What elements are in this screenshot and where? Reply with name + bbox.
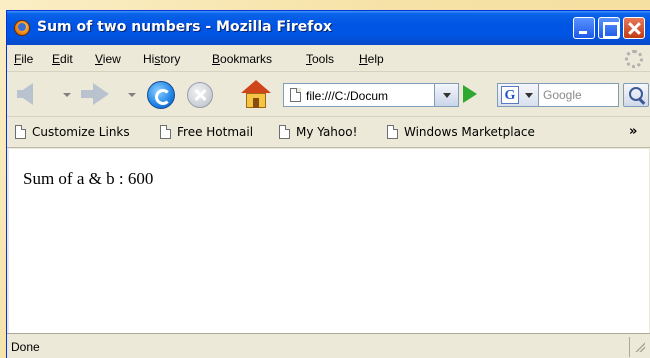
forward-arrow-icon[interactable] bbox=[81, 83, 109, 105]
bookmark-page-icon bbox=[387, 125, 398, 139]
forward-history-dropdown-icon[interactable] bbox=[128, 93, 136, 97]
reload-icon[interactable] bbox=[147, 81, 175, 109]
menu-view[interactable]: View bbox=[95, 52, 121, 66]
window-title: Sum of two numbers - Mozilla Firefox bbox=[37, 19, 332, 35]
menu-history-label: tory bbox=[160, 52, 181, 66]
menu-help-mnemonic: H bbox=[359, 52, 368, 66]
status-bar: Done bbox=[7, 333, 650, 358]
title-bar[interactable]: Sum of two numbers - Mozilla Firefox bbox=[7, 11, 650, 45]
menu-edit-label: dit bbox=[60, 52, 73, 66]
menu-bar: File Edit View History Bookmarks Tools H… bbox=[7, 45, 650, 72]
resize-grip-icon[interactable] bbox=[635, 342, 645, 352]
address-dropdown-button[interactable] bbox=[434, 84, 458, 106]
menu-bookmarks-mnemonic: B bbox=[212, 52, 221, 66]
throbber-icon bbox=[625, 50, 643, 68]
status-text: Done bbox=[11, 340, 40, 354]
menu-view-mnemonic: V bbox=[95, 52, 103, 66]
menu-help-label: elp bbox=[367, 52, 384, 66]
bookmark-label: Windows Marketplace bbox=[404, 125, 535, 139]
close-button[interactable] bbox=[623, 17, 645, 39]
bookmarks-overflow-chevron-icon[interactable]: » bbox=[629, 124, 637, 139]
address-bar[interactable]: file:///C:/Docum bbox=[283, 83, 459, 107]
search-engine-selector[interactable]: G bbox=[497, 83, 539, 107]
browser-window: Sum of two numbers - Mozilla Firefox Fil… bbox=[6, 10, 650, 358]
bookmark-page-icon bbox=[279, 125, 290, 139]
menu-edit-mnemonic: E bbox=[52, 52, 61, 66]
menu-file-label: ile bbox=[21, 52, 34, 66]
bookmark-page-icon bbox=[15, 125, 26, 139]
menu-history[interactable]: History bbox=[143, 52, 180, 66]
firefox-icon bbox=[14, 20, 30, 36]
menu-help[interactable]: Help bbox=[359, 52, 384, 66]
sum-result-text: Sum of a & b : 600 bbox=[23, 169, 154, 188]
navigation-toolbar: file:///C:/Docum G Google bbox=[7, 73, 650, 117]
menu-file[interactable]: File bbox=[14, 52, 33, 66]
bookmark-label: Customize Links bbox=[32, 125, 130, 139]
menu-view-label: iew bbox=[102, 52, 121, 66]
home-door bbox=[253, 98, 259, 108]
menu-tools[interactable]: Tools bbox=[306, 52, 334, 66]
google-logo-icon: G bbox=[501, 86, 519, 104]
home-roof bbox=[241, 80, 271, 93]
menu-history-prefix: Hi bbox=[143, 52, 155, 66]
bookmark-free-hotmail[interactable]: Free Hotmail bbox=[160, 125, 253, 139]
bookmark-label: Free Hotmail bbox=[177, 125, 254, 139]
page-icon bbox=[290, 88, 301, 102]
bookmark-page-icon bbox=[160, 125, 171, 139]
page-content: Sum of a & b : 600 bbox=[9, 149, 649, 336]
minimize-button[interactable] bbox=[573, 17, 595, 39]
go-arrow-icon[interactable] bbox=[463, 85, 477, 103]
bookmarks-toolbar: Customize Links Free Hotmail My Yahoo! W… bbox=[7, 118, 650, 148]
menu-bookmarks[interactable]: Bookmarks bbox=[212, 52, 272, 66]
bookmark-label: My Yahoo! bbox=[296, 125, 358, 139]
bookmark-customize-links[interactable]: Customize Links bbox=[15, 125, 130, 139]
search-magnifier-icon[interactable] bbox=[623, 83, 649, 107]
back-arrow-icon[interactable] bbox=[17, 83, 33, 105]
bookmark-my-yahoo[interactable]: My Yahoo! bbox=[279, 125, 357, 139]
search-input[interactable]: Google bbox=[539, 83, 619, 107]
home-icon[interactable] bbox=[241, 80, 271, 110]
address-text[interactable]: file:///C:/Docum bbox=[306, 89, 428, 103]
stop-icon[interactable] bbox=[187, 82, 213, 108]
maximize-button[interactable] bbox=[598, 17, 620, 39]
menu-tools-label: ools bbox=[312, 52, 335, 66]
menu-bookmarks-label: ookmarks bbox=[220, 52, 273, 66]
back-history-dropdown-icon[interactable] bbox=[63, 93, 71, 97]
menu-edit[interactable]: Edit bbox=[52, 52, 73, 66]
status-separator bbox=[629, 337, 630, 357]
bookmark-windows-marketplace[interactable]: Windows Marketplace bbox=[387, 125, 535, 139]
